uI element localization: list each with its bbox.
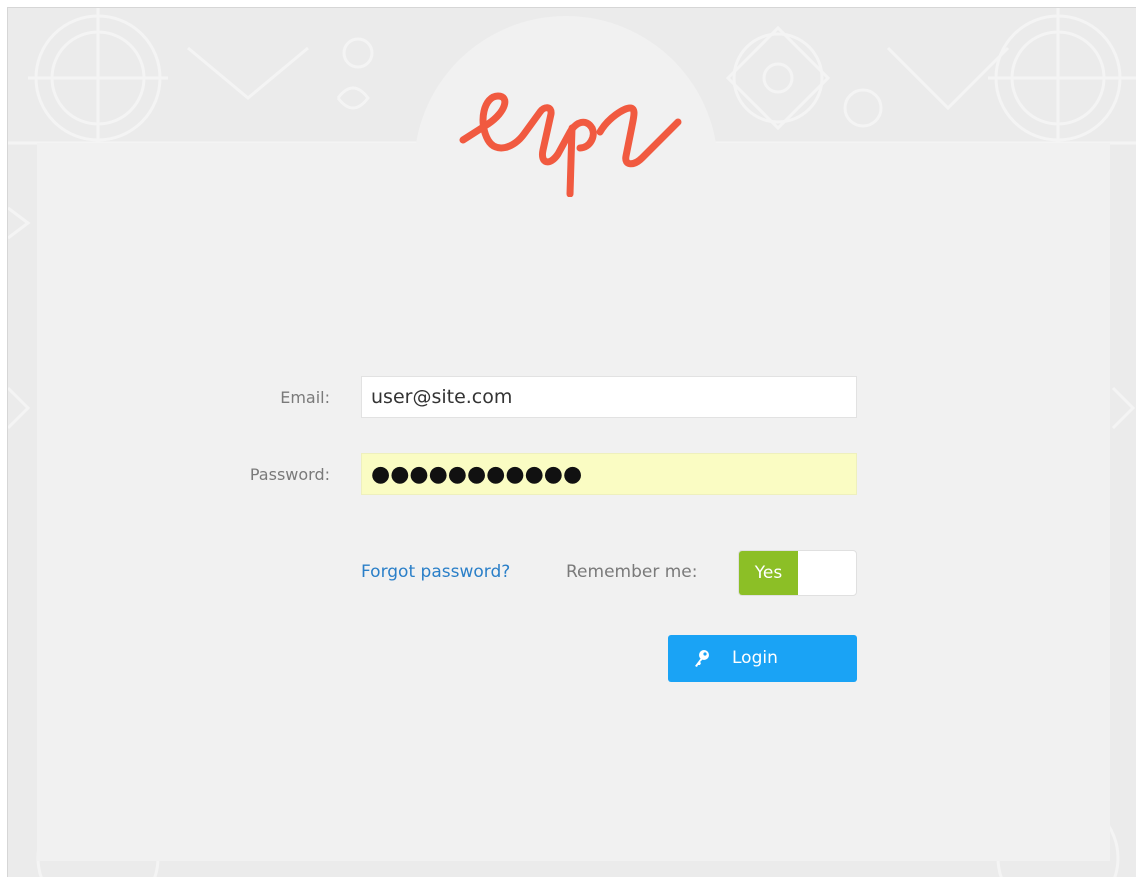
key-icon (695, 650, 709, 667)
password-label: Password: (249, 465, 330, 484)
toggle-on-indicator: Yes (739, 551, 798, 595)
remember-me-toggle[interactable]: Yes (738, 550, 857, 596)
password-field[interactable] (361, 453, 857, 495)
login-page: Email: Password: Forgot password? Rememb… (7, 7, 1136, 877)
remember-me-label: Remember me: (566, 562, 698, 582)
login-button-label: Login (732, 648, 778, 668)
epi-logo (459, 92, 682, 197)
email-field[interactable] (361, 376, 857, 418)
login-button[interactable]: Login (668, 635, 857, 682)
login-card (37, 143, 1110, 861)
forgot-password-link[interactable]: Forgot password? (361, 562, 510, 582)
email-label: Email: (280, 388, 330, 407)
